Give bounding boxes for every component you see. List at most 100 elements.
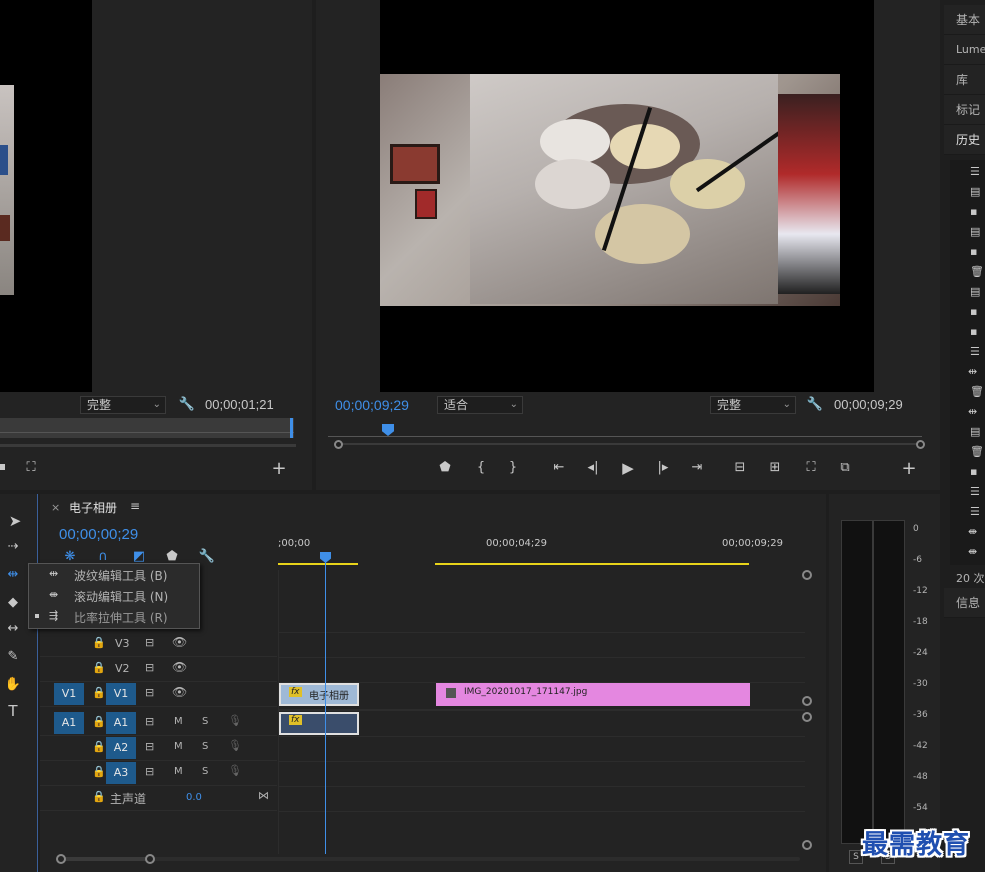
play-icon[interactable]: ▶ <box>617 459 639 477</box>
track-target-a1[interactable]: A1 <box>106 712 136 734</box>
menu-item-rate-stretch[interactable]: ⇶ 比率拉伸工具 (R) <box>29 606 199 627</box>
menu-item-rolling-edit[interactable]: ⇼ 滚动编辑工具 (N) <box>29 585 199 606</box>
go-to-end-icon[interactable]: ⋈ <box>258 789 269 802</box>
mark-out-icon[interactable]: } <box>502 459 524 477</box>
history-item-icon[interactable]: ▤ <box>970 285 980 298</box>
lock-icon[interactable]: 🔒 <box>92 790 106 803</box>
tab-markers[interactable]: 标记 <box>944 95 985 125</box>
track-target-v1[interactable]: V1 <box>106 683 136 705</box>
rolling-edit-icon[interactable]: ⇼ <box>968 525 977 538</box>
source-patch-a1[interactable]: A1 <box>54 712 84 734</box>
razor-tool-icon[interactable]: ◆ <box>2 594 24 612</box>
v-scroll-handle[interactable] <box>802 696 812 706</box>
mark-in-icon[interactable]: { <box>470 459 492 477</box>
lock-icon[interactable]: 🔒 <box>92 715 106 728</box>
pen-tool-icon[interactable]: ✎ <box>2 648 24 666</box>
eye-icon[interactable]: 👁 <box>172 685 187 699</box>
lock-icon[interactable]: 🔒 <box>92 686 106 699</box>
selection-tool-icon[interactable]: ➤ <box>4 512 26 530</box>
history-item-icon[interactable]: ☰ <box>970 165 980 178</box>
lock-icon[interactable]: 🔒 <box>92 765 106 778</box>
timeline-timecode[interactable]: 00;00;00;29 <box>59 526 138 543</box>
mic-icon[interactable]: 🎙 <box>228 764 242 777</box>
lift-icon[interactable]: ⊟ <box>729 459 751 477</box>
program-zoom-bar[interactable] <box>334 440 925 449</box>
plus-icon[interactable]: + <box>898 460 920 478</box>
sync-lock-icon[interactable]: ⊟ <box>145 765 154 778</box>
source-playhead[interactable] <box>290 418 293 438</box>
mic-icon[interactable]: 🎙 <box>228 739 242 752</box>
timeline-ruler[interactable]: ;00;00 00;00;04;29 00;00;09;29 <box>278 534 804 566</box>
timeline-playhead-line[interactable] <box>325 562 326 854</box>
type-tool-icon[interactable]: T <box>2 702 24 720</box>
history-item-icon[interactable]: ▪ <box>970 305 977 318</box>
ripple-edit-tool-icon[interactable]: ⇹ <box>2 566 24 584</box>
solo-button[interactable]: S <box>202 766 208 777</box>
history-item-icon[interactable]: ☰ <box>970 345 980 358</box>
trash-icon[interactable]: 🗑 <box>970 445 984 458</box>
tab-menu-icon[interactable]: ≡ <box>130 499 140 513</box>
hand-tool-icon[interactable]: ✋ <box>2 676 24 694</box>
sync-lock-icon[interactable]: ⊟ <box>145 686 154 699</box>
source-stop-icon[interactable] <box>0 464 5 470</box>
tab-library[interactable]: 库 <box>944 65 985 95</box>
sync-lock-icon[interactable]: ⊟ <box>145 715 154 728</box>
lock-icon[interactable]: 🔒 <box>92 636 106 649</box>
step-back-icon[interactable]: ◂| <box>582 459 604 477</box>
v1-clip-image[interactable]: IMG_20201017_171147.jpg <box>436 683 750 706</box>
wrench-icon[interactable]: 🔧 <box>804 396 826 414</box>
track-content-area[interactable]: fx 电子相册 IMG_20201017_171147.jpg fx <box>278 570 805 854</box>
mute-button[interactable]: M <box>174 766 183 777</box>
track-target-a3[interactable]: A3 <box>106 762 136 784</box>
history-item-icon[interactable]: ▪ <box>970 245 977 258</box>
extract-icon[interactable]: ⊞ <box>764 459 786 477</box>
trash-icon[interactable]: 🗑 <box>970 385 984 398</box>
tab-info[interactable]: 信息 <box>944 588 985 618</box>
source-patch-v1[interactable]: V1 <box>54 683 84 705</box>
wrench-icon[interactable]: 🔧 <box>176 396 198 414</box>
lock-icon[interactable]: 🔒 <box>92 661 106 674</box>
track-target-a2[interactable]: A2 <box>106 737 136 759</box>
plus-icon[interactable]: + <box>268 460 290 478</box>
eye-icon[interactable]: 👁 <box>172 635 187 649</box>
solo-button[interactable]: S <box>202 716 208 727</box>
sync-lock-icon[interactable]: ⊟ <box>145 740 154 753</box>
history-item-icon[interactable]: ▤ <box>970 225 980 238</box>
history-item-icon[interactable]: ☰ <box>970 505 980 518</box>
mute-button[interactable]: M <box>174 741 183 752</box>
camera-icon[interactable]: ⛶ <box>20 459 42 477</box>
menu-item-ripple-edit[interactable]: ⇹ 波纹编辑工具 (B) <box>29 564 199 585</box>
tab-history[interactable]: 历史 <box>944 125 985 155</box>
history-item-icon[interactable]: ▤ <box>970 185 980 198</box>
source-scrubber[interactable] <box>0 418 294 438</box>
eye-icon[interactable]: 👁 <box>172 660 187 674</box>
mic-icon[interactable]: 🎙 <box>228 714 242 727</box>
zoom-handle-left[interactable] <box>56 854 66 864</box>
step-forward-icon[interactable]: |▸ <box>652 459 674 477</box>
history-item-icon[interactable]: ▪ <box>970 325 977 338</box>
tab-lumetri[interactable]: Lume <box>944 35 985 65</box>
a1-clip-nested[interactable]: fx <box>279 712 359 735</box>
v-scroll-handle[interactable] <box>802 712 812 722</box>
zoom-handle-right[interactable] <box>916 440 925 449</box>
track-label[interactable]: V2 <box>115 662 130 675</box>
sync-lock-icon[interactable]: ⊟ <box>145 636 154 649</box>
solo-left-button[interactable]: S <box>849 850 863 864</box>
rolling-edit-icon[interactable]: ⇼ <box>968 545 977 558</box>
history-item-icon[interactable]: ▤ <box>970 425 980 438</box>
ripple-edit-icon[interactable]: ⇹ <box>968 405 977 418</box>
fit-select[interactable]: 适合 ⌄ <box>437 396 523 414</box>
track-select-tool-icon[interactable]: ⇢ <box>2 538 24 556</box>
history-item-icon[interactable]: ☰ <box>970 485 980 498</box>
compare-icon[interactable]: ⧉ <box>834 459 856 477</box>
v-scroll-handle[interactable] <box>802 570 812 580</box>
ripple-edit-icon[interactable]: ⇹ <box>968 365 977 378</box>
go-to-out-icon[interactable]: ⇥ <box>686 459 708 477</box>
work-area-bar[interactable] <box>278 563 358 565</box>
zoom-handle-right[interactable] <box>145 854 155 864</box>
v-scroll-handle[interactable] <box>802 840 812 850</box>
lock-icon[interactable]: 🔒 <box>92 740 106 753</box>
trash-icon[interactable]: 🗑 <box>970 265 984 278</box>
program-timecode[interactable]: 00;00;09;29 <box>335 397 409 413</box>
history-item-icon[interactable]: ▪ <box>970 465 977 478</box>
